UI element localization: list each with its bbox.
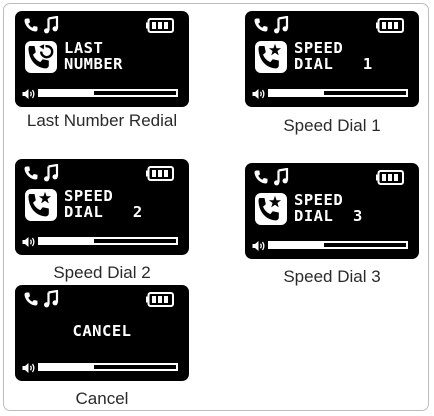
volume-bar (38, 237, 178, 245)
display-text: SPEED DIAL 2 (64, 188, 143, 220)
display-screen-speed-dial-2: SPEED DIAL 2 (15, 159, 189, 255)
display-text: CANCEL (15, 323, 189, 339)
display-line-2: DIAL 1 (294, 55, 373, 73)
display-line-1: CANCEL (72, 322, 132, 340)
volume-icon (22, 363, 35, 373)
music-note-icon (274, 168, 289, 186)
battery-icon (376, 170, 404, 185)
contact-star-icon (25, 189, 57, 221)
contact-redial-icon (25, 41, 57, 73)
volume-icon (252, 89, 265, 99)
display-line-2: DIAL 3 (294, 207, 363, 225)
volume-fill (40, 365, 95, 369)
volume-fill (270, 91, 325, 95)
battery-icon (146, 166, 174, 181)
volume-icon (22, 237, 35, 247)
caption-speed-dial-1: Speed Dial 1 (283, 116, 381, 135)
battery-icon (146, 18, 174, 33)
volume-icon (22, 89, 35, 99)
display-line-2: DIAL 2 (64, 203, 143, 221)
contact-star-icon (255, 193, 287, 225)
phone-icon (24, 18, 38, 32)
caption-speed-dial-3: Speed Dial 3 (283, 267, 381, 286)
volume-icon (252, 241, 265, 251)
volume-bar (38, 363, 178, 371)
music-note-icon (274, 16, 289, 34)
phone-icon (254, 18, 268, 32)
display-text: SPEED DIAL 3 (294, 192, 363, 224)
display-text: LAST NUMBER (64, 40, 123, 72)
volume-bar (38, 89, 178, 97)
battery-icon (146, 292, 174, 307)
music-note-icon (44, 16, 59, 34)
display-screen-speed-dial-3: SPEED DIAL 3 (245, 163, 419, 259)
battery-icon (376, 18, 404, 33)
music-note-icon (44, 290, 59, 308)
caption-last-number-redial: Last Number Redial (26, 111, 178, 130)
caption-speed-dial-2: Speed Dial 2 (53, 263, 151, 282)
phone-icon (254, 170, 268, 184)
contact-star-icon (255, 41, 287, 73)
phone-icon (24, 166, 38, 180)
volume-fill (40, 91, 95, 95)
music-note-icon (44, 164, 59, 182)
volume-bar (268, 89, 408, 97)
display-line-2: NUMBER (64, 55, 123, 73)
caption-cancel: Cancel (75, 389, 129, 408)
display-screen-cancel: CANCEL (15, 285, 189, 381)
volume-bar (268, 241, 408, 249)
phone-icon (24, 292, 38, 306)
volume-fill (40, 239, 95, 243)
display-screen-speed-dial-1: SPEED DIAL 1 (245, 11, 419, 107)
volume-fill (270, 243, 325, 247)
display-text: SPEED DIAL 1 (294, 40, 373, 72)
display-screen-last-number: LAST NUMBER (15, 11, 189, 107)
